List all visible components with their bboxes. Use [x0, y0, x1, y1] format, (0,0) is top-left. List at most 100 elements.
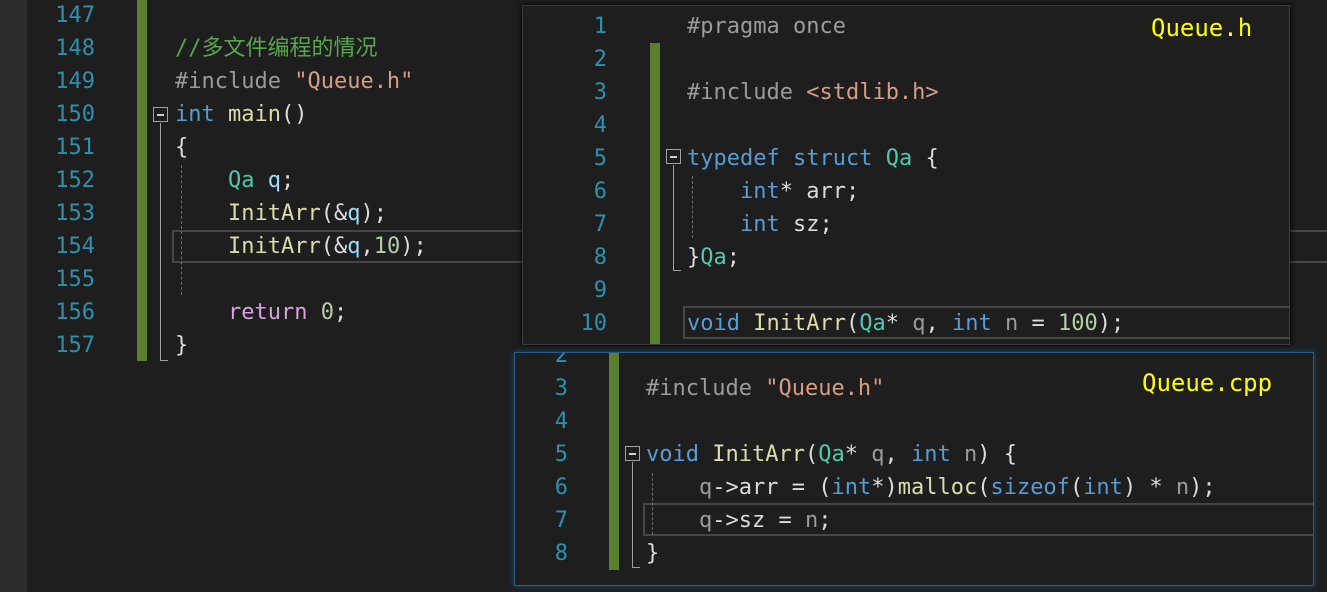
punctuation-token: ; — [819, 212, 833, 237]
function-name-token: InitArr — [753, 311, 846, 336]
code-line[interactable]: q->arr = (int*)malloc(sizeof(int) * n); — [646, 471, 1216, 504]
punctuation-token — [307, 300, 320, 325]
punctuation-token: * — [885, 311, 913, 336]
code-line[interactable]: int* arr; — [687, 175, 859, 208]
collapse-icon[interactable] — [625, 446, 640, 461]
line-number: 4 — [554, 409, 568, 434]
punctuation-token: = ( — [778, 475, 832, 500]
punctuation-token — [699, 442, 712, 467]
line-number: 6 — [593, 179, 607, 204]
line-number: 1 — [593, 14, 607, 39]
punctuation-token: { — [175, 135, 189, 160]
code-line[interactable]: } — [175, 329, 188, 362]
punctuation-token: ); — [1189, 475, 1216, 500]
code-line[interactable]: #pragma once — [687, 10, 846, 43]
control-keyword-token: return — [227, 300, 308, 325]
code-line[interactable]: } — [646, 537, 659, 570]
type-name-token: Qa — [700, 245, 727, 270]
punctuation-token: ) { — [977, 442, 1017, 467]
code-line[interactable]: int main() — [175, 98, 307, 131]
code-line[interactable]: void InitArr(Qa* q, int n) { — [646, 438, 1017, 471]
line-number: 156 — [55, 300, 95, 325]
function-name-token: main — [228, 102, 281, 127]
parameter-token: n — [1175, 475, 1190, 500]
punctuation-token: ; — [818, 508, 832, 533]
line-number: 147 — [55, 3, 95, 28]
code-line[interactable]: q->sz = n; — [646, 504, 832, 537]
fold-line — [632, 462, 633, 568]
variable-token: q — [267, 168, 281, 193]
punctuation-token: * — [779, 179, 807, 204]
preprocessor-token: #pragma once — [687, 14, 846, 39]
code-line[interactable]: #include "Queue.h" — [175, 65, 413, 98]
punctuation-token — [992, 311, 1005, 336]
punctuation-token: (& — [320, 201, 348, 226]
code-line[interactable]: Qa q; — [175, 164, 294, 197]
queue-cpp-panel[interactable]: Queue.cpp 2 3 #include "Queue.h" 4 5 void Ini… — [514, 352, 1314, 586]
punctuation-token: -> — [712, 475, 739, 500]
punctuation-token — [254, 168, 267, 193]
code-line[interactable]: return 0; — [175, 296, 347, 329]
keyword-token: int — [739, 212, 780, 237]
punctuation-token: () — [280, 102, 308, 127]
punctuation-token — [740, 311, 753, 336]
punctuation-token: = — [1018, 311, 1058, 336]
line-number: 5 — [593, 146, 607, 171]
line-number: 151 — [55, 135, 95, 160]
keyword-token: int — [175, 102, 215, 127]
punctuation-token: ( — [1069, 475, 1084, 500]
fold-line — [160, 123, 161, 361]
line-number: 149 — [55, 69, 95, 94]
punctuation-token: ); — [400, 234, 427, 259]
punctuation-token — [175, 201, 228, 226]
line-number: 148 — [55, 36, 95, 61]
number-token: 100 — [1057, 311, 1098, 336]
parameter-token: q — [912, 311, 926, 336]
punctuation-token — [646, 475, 699, 500]
punctuation-token — [687, 212, 740, 237]
line-number: 3 — [593, 80, 607, 105]
member-token: sz — [792, 212, 820, 237]
code-line[interactable]: #include "Queue.h" — [646, 372, 884, 405]
code-line[interactable]: InitArr(&q); — [175, 197, 387, 230]
punctuation-token: ( — [804, 442, 819, 467]
collapse-icon[interactable] — [153, 107, 168, 122]
punctuation-token: ( — [845, 311, 860, 336]
punctuation-token: ); — [1097, 311, 1125, 336]
function-name-token: InitArr — [227, 201, 321, 226]
punctuation-token: ; — [726, 245, 740, 270]
code-line[interactable]: void InitArr(Qa* q, int n = 100); — [687, 307, 1124, 340]
line-number: 3 — [554, 376, 568, 401]
fold-end — [632, 567, 640, 568]
punctuation-token: -> — [712, 508, 739, 533]
file-title-label: Queue.h — [1151, 14, 1253, 42]
type-name-token: Qa — [859, 311, 886, 336]
code-line[interactable]: #include <stdlib.h> — [687, 76, 939, 109]
code-line[interactable]: { — [175, 131, 188, 164]
code-line[interactable]: }Qa; — [687, 241, 740, 274]
number-token: 0 — [320, 300, 334, 325]
code-line[interactable]: int sz; — [687, 208, 833, 241]
punctuation-token — [687, 179, 740, 204]
line-number: 4 — [593, 113, 607, 138]
type-name-token: Qa — [227, 168, 255, 193]
variable-token: q — [347, 201, 361, 226]
line-number: 10 — [580, 311, 608, 336]
code-line[interactable]: typedef struct Qa { — [687, 142, 939, 175]
variable-token: q — [347, 234, 361, 259]
line-number: 153 — [55, 201, 95, 226]
line-number: 6 — [554, 475, 568, 500]
punctuation-token — [175, 168, 228, 193]
parameter-token: q — [698, 475, 713, 500]
parameter-token: n — [804, 508, 819, 533]
punctuation-token — [215, 102, 228, 127]
type-name-token: Qa — [885, 146, 913, 171]
code-line[interactable]: InitArr(&q,10); — [175, 230, 427, 263]
queue-h-panel[interactable]: Queue.h 1 #pragma once 2 3 #include <stdlib.… — [522, 5, 1290, 345]
collapse-icon[interactable] — [666, 149, 681, 164]
punctuation-token: ( — [977, 475, 991, 500]
member-token: arr — [806, 179, 846, 204]
punctuation-token: } — [646, 541, 660, 566]
code-line[interactable]: //多文件编程的情况 — [175, 32, 378, 65]
preprocessor-token: #include — [175, 69, 295, 94]
